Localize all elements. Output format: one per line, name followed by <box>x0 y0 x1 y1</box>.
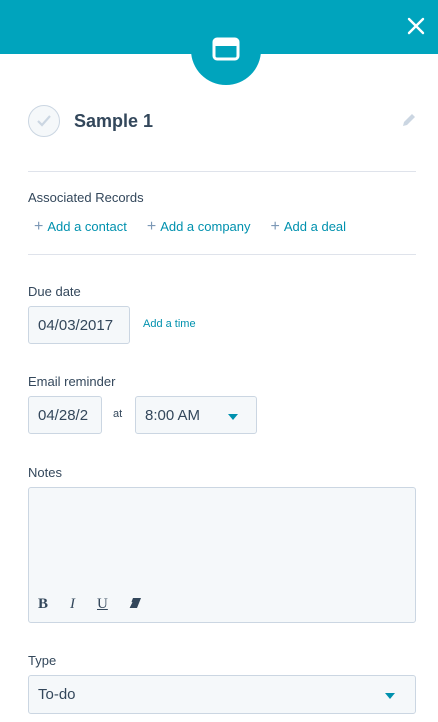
divider <box>28 171 416 172</box>
add-contact-label: Add a contact <box>47 219 127 234</box>
plus-icon: + <box>270 217 280 235</box>
italic-button[interactable]: I <box>70 596 75 613</box>
due-date-label: Due date <box>28 284 81 299</box>
pencil-icon[interactable] <box>400 111 418 129</box>
reminder-time-select[interactable]: 8:00 AM <box>135 396 257 434</box>
add-time-link[interactable]: Add a time <box>143 318 196 330</box>
email-reminder-label: Email reminder <box>28 374 116 389</box>
associated-links: + Add a contact + Add a company + Add a … <box>34 217 347 235</box>
divider <box>28 254 416 255</box>
type-value: To-do <box>38 686 76 703</box>
type-label: Type <box>28 653 57 668</box>
associated-records-label: Associated Records <box>28 190 144 205</box>
task-title-row: Sample 1 <box>28 105 418 141</box>
close-icon[interactable] <box>404 14 428 38</box>
due-date-input[interactable]: 04/03/2017 <box>28 306 130 344</box>
plus-icon: + <box>34 217 44 235</box>
complete-task-button[interactable] <box>28 105 60 137</box>
task-icon <box>212 37 240 61</box>
plus-icon: + <box>146 217 157 235</box>
add-contact-link[interactable]: + Add a contact <box>34 217 127 235</box>
add-company-label: Add a company <box>160 219 251 234</box>
underline-button[interactable]: U <box>97 596 108 613</box>
reminder-date-input[interactable]: 04/28/2 <box>28 396 102 434</box>
at-label: at <box>113 408 123 420</box>
chevron-down-icon <box>385 693 395 699</box>
add-deal-link[interactable]: + Add a deal <box>270 217 347 235</box>
add-company-link[interactable]: + Add a company <box>146 217 251 235</box>
checkmark-icon <box>37 115 51 127</box>
type-select[interactable]: To-do <box>28 675 416 714</box>
bold-button[interactable]: B <box>38 596 48 613</box>
task-badge <box>191 15 261 85</box>
notes-label: Notes <box>28 465 62 480</box>
task-title[interactable]: Sample 1 <box>74 111 153 132</box>
reminder-time-value: 8:00 AM <box>145 406 201 424</box>
notes-editor[interactable] <box>28 487 416 623</box>
add-deal-label: Add a deal <box>283 219 347 234</box>
eraser-icon[interactable] <box>127 597 143 614</box>
chevron-down-icon <box>228 414 238 420</box>
